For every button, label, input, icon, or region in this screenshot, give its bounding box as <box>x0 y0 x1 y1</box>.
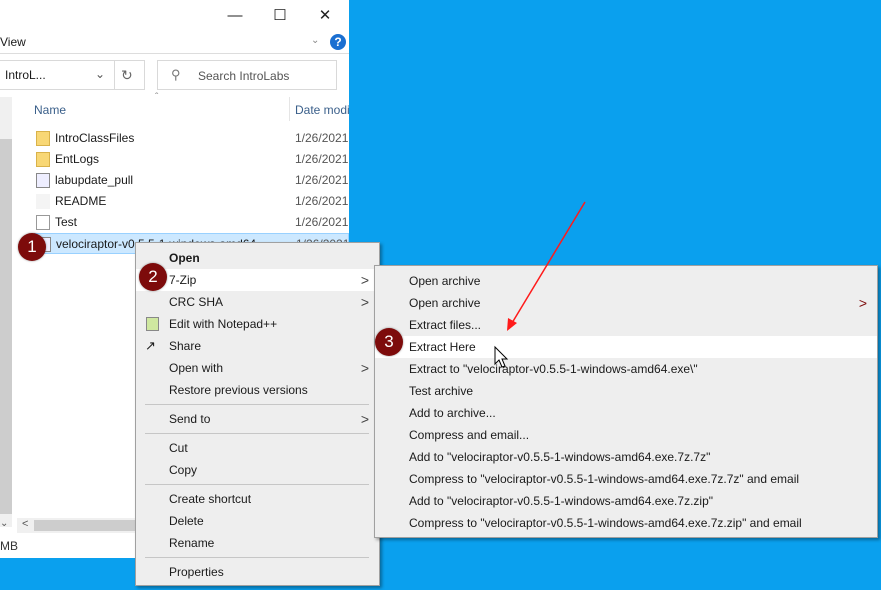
mouse-cursor-icon <box>494 345 509 368</box>
step-badge-3: 3 <box>375 328 403 356</box>
arrow-head <box>507 318 517 331</box>
annotation-arrow <box>494 201 586 368</box>
step-badge-2: 2 <box>139 263 167 291</box>
arrow-line <box>511 201 586 324</box>
step-badge-1: 1 <box>18 233 46 261</box>
